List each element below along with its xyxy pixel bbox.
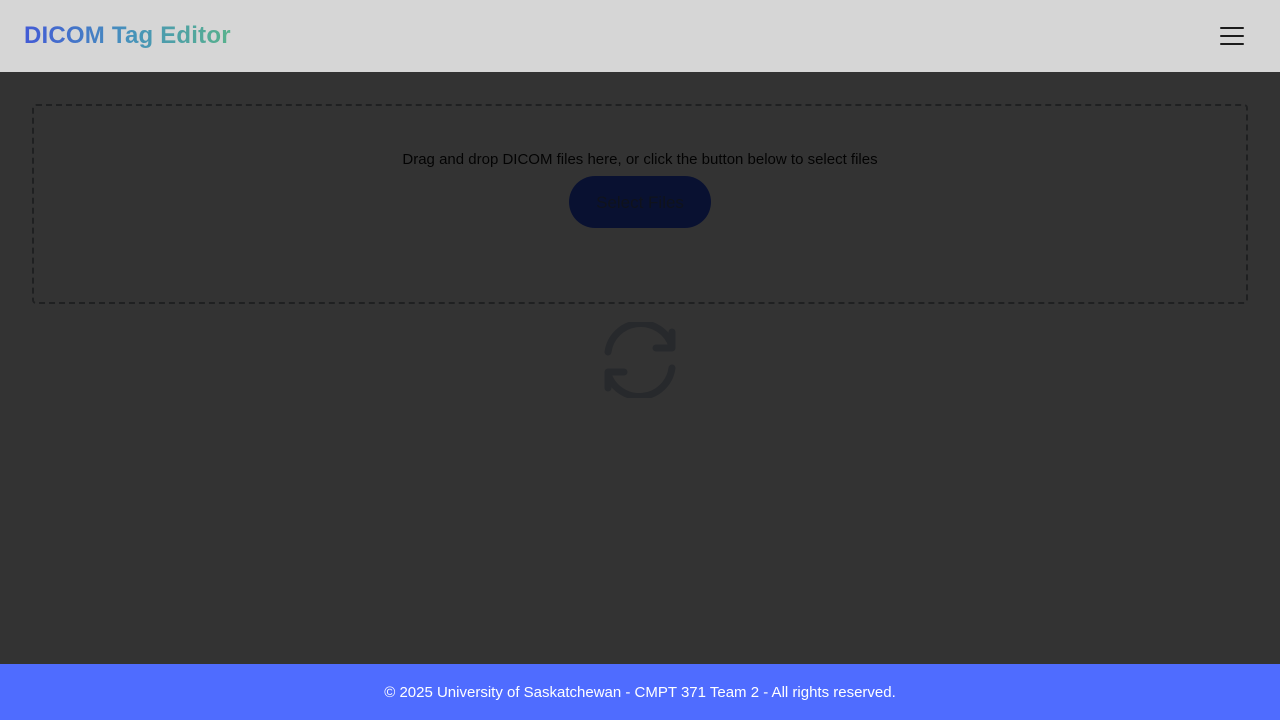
footer-text: © 2025 University of Saskatchewan - CMPT… xyxy=(384,683,896,701)
dropzone-instruction: Drag and drop DICOM files here, or click… xyxy=(402,151,878,168)
site-footer: © 2025 University of Saskatchewan - CMPT… xyxy=(0,664,1280,720)
brand-title[interactable]: DICOM Tag Editor xyxy=(24,22,231,50)
file-dropzone[interactable]: Drag and drop DICOM files here, or click… xyxy=(32,104,1248,304)
menu-button[interactable] xyxy=(1216,22,1248,50)
hamburger-menu-icon xyxy=(1220,27,1244,29)
app-page: DICOM Tag Editor Drag and drop DICOM fil… xyxy=(0,0,1280,720)
select-files-button[interactable]: Select Files xyxy=(569,176,711,228)
refresh-icon xyxy=(604,322,676,398)
main-content: Drag and drop DICOM files here, or click… xyxy=(0,72,1280,664)
top-header: DICOM Tag Editor xyxy=(0,0,1280,72)
